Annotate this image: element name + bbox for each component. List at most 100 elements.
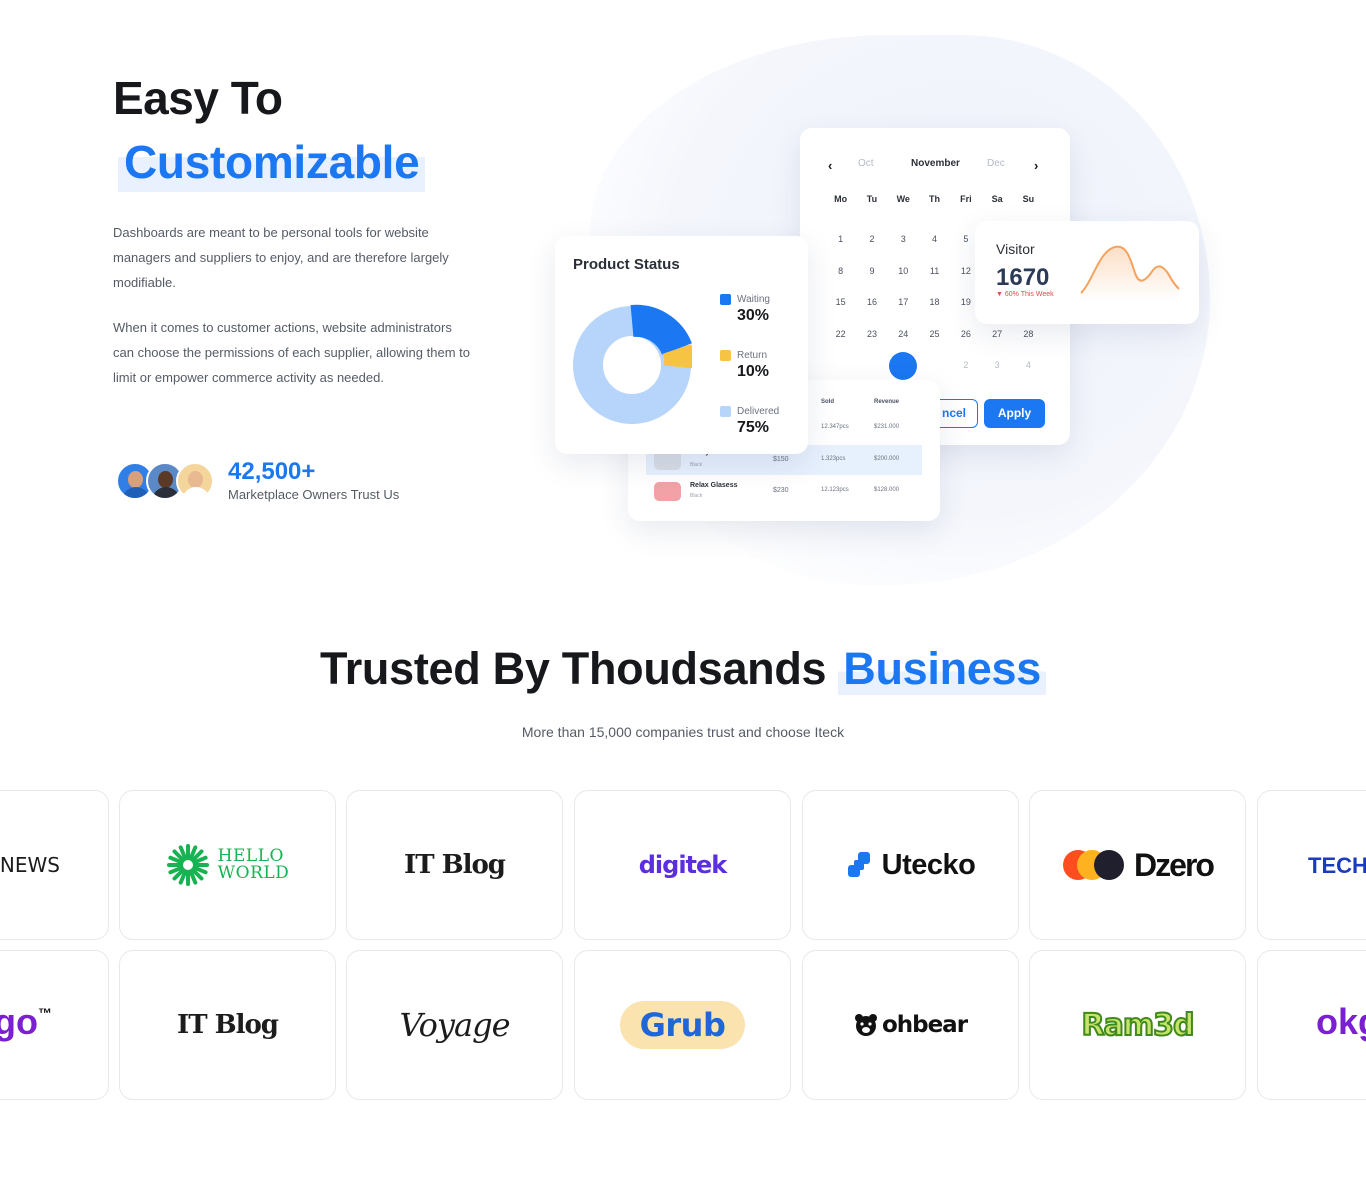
calendar-day[interactable]: 3 xyxy=(981,360,1012,392)
calendar-day[interactable]: 28 xyxy=(1013,329,1044,361)
avatar xyxy=(176,461,214,500)
legend-label: Waiting xyxy=(737,294,770,305)
calendar-day[interactable]: 27 xyxy=(981,329,1012,361)
calendar-next-month[interactable]: Dec xyxy=(987,158,1005,169)
ohbear-logo: ohbear xyxy=(854,1012,968,1038)
go-logo: go™ xyxy=(0,1001,52,1043)
calendar-day[interactable]: 2 xyxy=(950,360,981,392)
legend-swatch xyxy=(720,406,731,417)
trusted-title: Trusted By Thoudsands Business xyxy=(0,643,1366,695)
logo-tile-tech[interactable]: TECH xyxy=(1257,790,1366,940)
dzero-mark-icon xyxy=(1063,850,1125,880)
calendar-day[interactable]: 23 xyxy=(856,329,887,361)
logo-tile-digitek[interactable]: digitek xyxy=(574,790,791,940)
utecko-mark-icon xyxy=(847,852,870,877)
logo-tile-it-blog[interactable]: IT Blog xyxy=(346,790,563,940)
logo-tile-okg[interactable]: okg xyxy=(1257,950,1366,1100)
price-cell: $230 xyxy=(773,487,789,494)
product-color: Black xyxy=(690,462,703,468)
visitor-card: Visitor 1670 ▼ 60% This Week xyxy=(975,221,1199,324)
hero-paragraph-1: Dashboards are meant to be personal tool… xyxy=(113,225,449,290)
chevron-right-icon[interactable]: › xyxy=(1034,158,1038,173)
tech-logo: TECH xyxy=(1308,853,1366,878)
product-status-card: Product Status Waiting 30% Return 10% De… xyxy=(555,236,808,454)
sold-cell: 1.323pcs xyxy=(821,456,846,462)
hero-title-line1: Easy To xyxy=(113,72,283,124)
calendar-day[interactable]: 17 xyxy=(888,297,919,329)
world-text: WORLD xyxy=(217,863,290,883)
product-status-title: Product Status xyxy=(573,256,680,273)
calendar-day[interactable]: 26 xyxy=(950,329,981,361)
calendar-day[interactable]: 16 xyxy=(856,297,887,329)
dzero-text: Dzero xyxy=(1134,846,1215,883)
trusted-title-highlight: Business xyxy=(838,643,1046,695)
calendar-day[interactable]: 15 xyxy=(825,297,856,329)
avatar-group xyxy=(116,461,214,500)
utecko-text: Utecko xyxy=(881,848,976,881)
sold-cell: 12.123pcs xyxy=(821,487,849,493)
calendar-day[interactable]: 4 xyxy=(919,234,950,266)
calendar-day[interactable]: 8 xyxy=(825,266,856,298)
hello-world-logo: HELLO WORLD xyxy=(166,843,290,887)
revenue-cell: $200.000 xyxy=(874,456,900,462)
go-text: go xyxy=(0,1001,38,1042)
legend-swatch xyxy=(720,350,731,361)
logo-tile-voyage[interactable]: Voyage xyxy=(346,950,563,1100)
calendar-day[interactable]: 11 xyxy=(919,266,950,298)
it-blog-logo: IT Blog xyxy=(177,1010,279,1040)
visitor-title: Visitor xyxy=(996,241,1035,257)
column-header-sold: Sold xyxy=(821,399,834,405)
logo-tile-go[interactable]: go™ xyxy=(0,950,109,1100)
legend-label: Delivered xyxy=(737,406,780,417)
calendar-header: ‹ Oct November Dec › xyxy=(800,158,1070,174)
column-header-revenue: Revenue xyxy=(874,399,900,405)
logo-tile-ohbear[interactable]: ohbear xyxy=(802,950,1019,1100)
voyage-logo: Voyage xyxy=(399,1006,510,1044)
product-status-donut xyxy=(573,304,692,424)
logo-tile-grub[interactable]: Grub xyxy=(574,950,791,1100)
calendar-day[interactable]: 3 xyxy=(888,234,919,266)
sunglasses-icon xyxy=(654,482,681,501)
legend-value: 10% xyxy=(737,363,770,380)
news-logo: NEWS xyxy=(0,853,60,877)
calendar-day[interactable]: 18 xyxy=(919,297,950,329)
calendar-day-name: We xyxy=(896,194,910,204)
calendar-day-name: Tu xyxy=(866,194,878,204)
legend-swatch xyxy=(720,294,731,305)
logo-tile-ram3d[interactable]: Ram3d xyxy=(1029,950,1246,1100)
bear-icon xyxy=(854,1014,877,1036)
visitor-count: 1670 xyxy=(996,264,1050,291)
calendar-day[interactable]: 4 xyxy=(1013,360,1044,392)
sold-cell: 12.347pcs xyxy=(821,424,849,430)
logo-tile-utecko[interactable]: Utecko xyxy=(802,790,1019,940)
revenue-cell: $128.000 xyxy=(874,487,900,493)
starburst-icon xyxy=(166,844,209,886)
trust-badge: 42,500+ Marketplace Owners Trust Us xyxy=(116,459,399,502)
chevron-left-icon[interactable]: ‹ xyxy=(828,158,832,173)
calendar-day[interactable]: 9 xyxy=(856,266,887,298)
hero-title-highlight: Customizable xyxy=(118,134,426,192)
selected-day-marker[interactable] xyxy=(889,352,918,380)
logo-tile-hello-world[interactable]: HELLO WORLD xyxy=(119,790,336,940)
calendar-day[interactable]: 1 xyxy=(825,234,856,266)
calendar-day[interactable]: 22 xyxy=(825,329,856,361)
digitek-logo: digitek xyxy=(638,851,728,879)
calendar-day-name: Th xyxy=(929,194,941,204)
calendar-day[interactable]: 10 xyxy=(888,266,919,298)
trademark-text: ™ xyxy=(38,1005,52,1021)
calendar-day[interactable]: 25 xyxy=(919,329,950,361)
it-blog-logo: IT Blog xyxy=(404,850,506,880)
logo-tile-it-blog-2[interactable]: IT Blog xyxy=(119,950,336,1100)
trust-label: Marketplace Owners Trust Us xyxy=(228,487,400,502)
calendar-prev-month[interactable]: Oct xyxy=(858,158,874,169)
utecko-logo: Utecko xyxy=(846,849,976,882)
apply-button[interactable]: Apply xyxy=(984,399,1045,428)
product-color: Black xyxy=(690,493,703,499)
logo-tile-news[interactable]: NEWS xyxy=(0,790,109,940)
calendar-day[interactable]: 2 xyxy=(856,234,887,266)
trusted-title-main: Trusted By Thoudsands xyxy=(320,643,827,694)
okg-logo: okg xyxy=(1316,1001,1366,1042)
trust-count: 42,500+ xyxy=(228,458,316,485)
table-row[interactable]: Relax Glasess Black $230 12.123pcs $128.… xyxy=(646,476,922,506)
logo-tile-dzero[interactable]: Dzero xyxy=(1029,790,1246,940)
